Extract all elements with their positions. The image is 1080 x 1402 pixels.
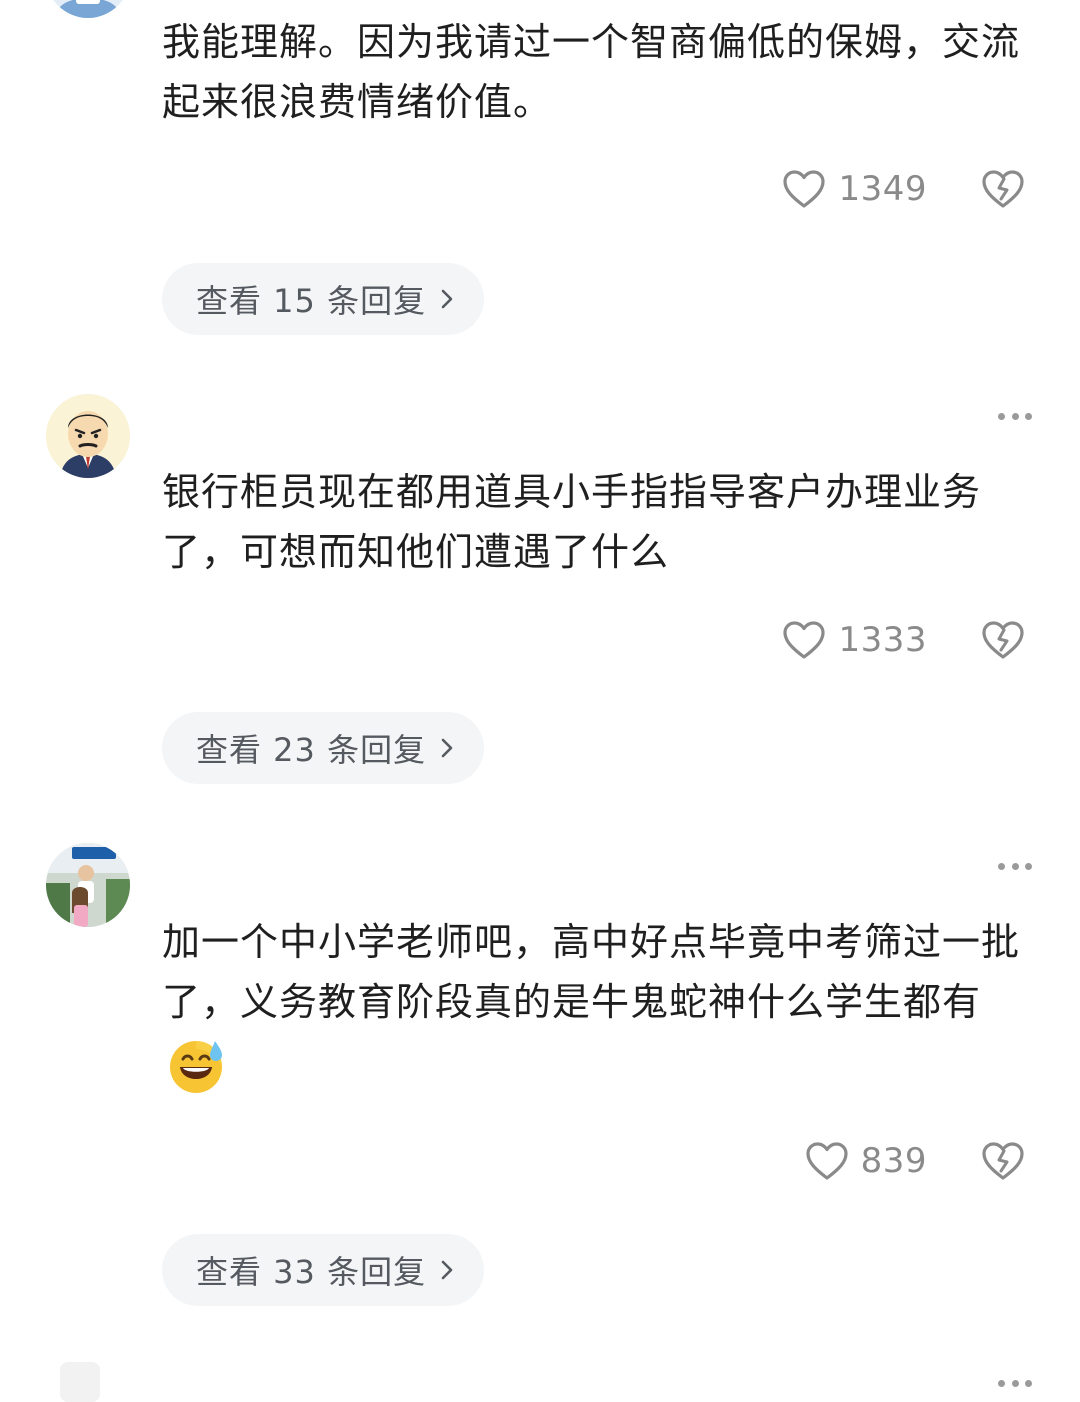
sweat-smile-emoji (170, 1040, 222, 1093)
heart-outline-icon (805, 1142, 848, 1180)
user-avatar[interactable] (46, 0, 130, 18)
comment-text-content: 加一个中小学老师吧，高中好点毕竟中考筛过一批了，义务教育阶段真的是牛鬼蛇神什么学… (162, 920, 1021, 1024)
view-replies-button[interactable]: 查看 23 条回复 (162, 712, 485, 784)
like-button[interactable]: 1349 (782, 169, 927, 209)
view-replies-button[interactable]: 查看 33 条回复 (162, 1234, 485, 1306)
comment-text: 我能理解。因为我请过一个智商偏低的保姆，交流起来很浪费情绪价值。 (162, 20, 1021, 124)
broken-heart-icon[interactable] (981, 169, 1025, 209)
view-replies-button[interactable]: 查看 15 条回复 (162, 263, 485, 335)
broken-heart-icon[interactable] (981, 1141, 1025, 1181)
replies-label: 查看 23 条回复 (196, 731, 427, 769)
chevron-right-icon (441, 289, 453, 309)
more-dots-icon (998, 412, 1005, 420)
user-avatar[interactable] (46, 394, 130, 478)
like-count: 839 (860, 1141, 927, 1181)
user-avatar[interactable] (46, 843, 130, 927)
comment-text: 加一个中小学老师吧，高中好点毕竟中考筛过一批了，义务教育阶段真的是牛鬼蛇神什么学… (162, 912, 1042, 1095)
more-dots-icon (998, 862, 1005, 870)
broken-heart-icon[interactable] (981, 620, 1025, 660)
replies-label: 查看 33 条回复 (196, 1253, 427, 1291)
comment-text: 银行柜员现在都用道具小手指指导客户办理业务了，可想而知他们遭遇了什么 (162, 470, 982, 574)
comment-actions: 1349 (782, 164, 1025, 214)
more-dots-icon (998, 1379, 1005, 1387)
like-button[interactable]: 1333 (782, 620, 927, 660)
chevron-right-icon (441, 738, 453, 758)
more-options-button[interactable] (998, 411, 1032, 421)
like-button[interactable]: 839 (805, 1141, 927, 1181)
heart-outline-icon (783, 170, 826, 208)
more-options-button[interactable] (998, 861, 1032, 871)
more-options-button[interactable] (998, 1378, 1032, 1388)
heart-outline-icon (783, 621, 826, 659)
comment-actions: 839 (805, 1136, 1025, 1186)
chevron-right-icon (441, 1260, 453, 1280)
like-count: 1349 (838, 169, 927, 209)
like-count: 1333 (838, 620, 927, 660)
user-avatar[interactable] (60, 1362, 100, 1402)
replies-label: 查看 15 条回复 (196, 282, 427, 320)
comment-actions: 1333 (782, 615, 1025, 665)
